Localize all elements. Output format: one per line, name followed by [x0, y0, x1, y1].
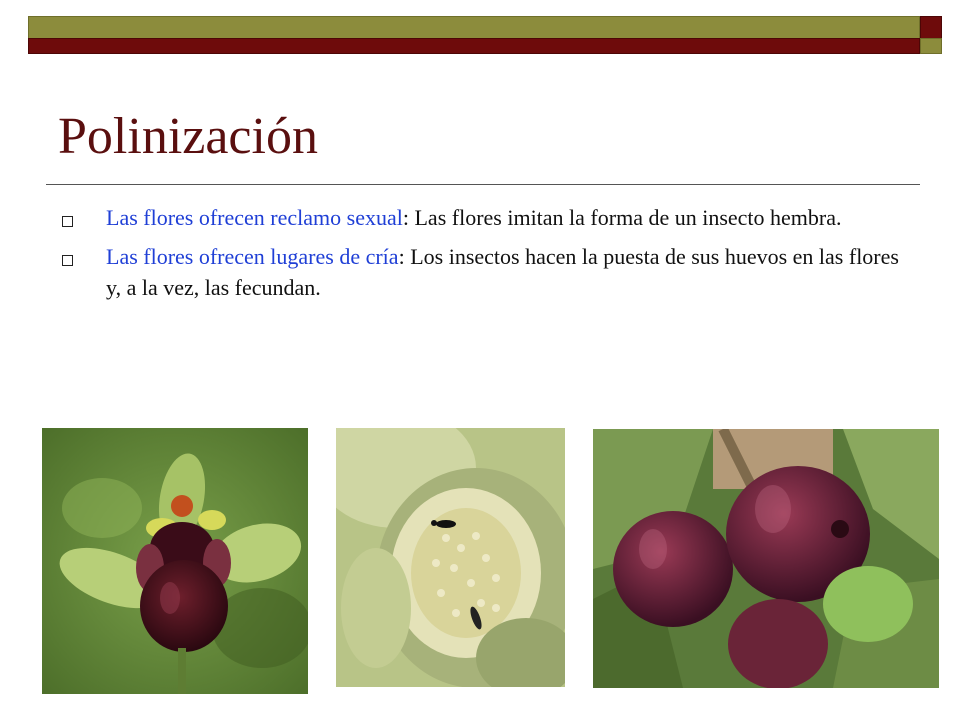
bullet-list: Las flores ofrecen reclamo sexual: Las f… [60, 202, 900, 312]
bullet-text: Las flores imitan la forma de un insecto… [408, 205, 842, 230]
header-bar-red [28, 38, 920, 54]
bullet-item: Las flores ofrecen reclamo sexual: Las f… [60, 202, 900, 233]
orchid-photo [42, 428, 308, 694]
figs-photo [593, 429, 939, 688]
square-bullet-icon [62, 255, 73, 267]
slide-title: Polinización [58, 108, 318, 165]
bullet-lead: Las flores ofrecen reclamo sexual [106, 205, 403, 230]
title-divider [46, 184, 920, 185]
header-square-olive [920, 38, 942, 54]
header-bar-olive [28, 16, 920, 40]
fig-interior-photo [336, 428, 565, 687]
bullet-item: Las flores ofrecen lugares de cría: Los … [60, 241, 900, 303]
header-decoration [28, 16, 942, 56]
bullet-lead: Las flores ofrecen lugares de cría [106, 244, 399, 270]
header-square-red [920, 16, 942, 40]
square-bullet-icon [62, 216, 73, 227]
